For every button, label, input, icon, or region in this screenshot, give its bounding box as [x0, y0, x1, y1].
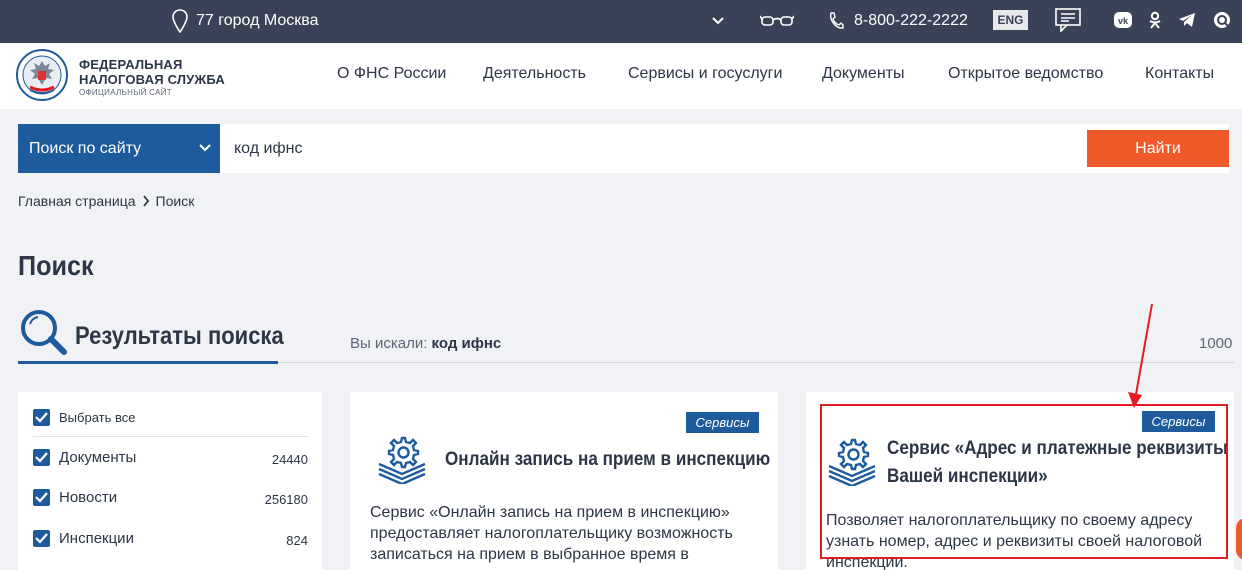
page-title: Поиск	[18, 250, 94, 281]
accessibility-glasses-icon[interactable]	[760, 13, 794, 29]
side-widget-tab[interactable]	[1236, 518, 1242, 560]
result-card[interactable]: Сервисы Онлайн запись на прием в инспекц…	[350, 392, 778, 570]
filter-documents-checkbox[interactable]	[33, 449, 50, 466]
results-divider	[278, 362, 1234, 363]
select-all-label[interactable]: Выбрать все	[59, 410, 135, 425]
location-pin-icon	[172, 9, 188, 33]
nav-contacts[interactable]: Контакты	[1145, 65, 1214, 83]
filter-news-count: 256180	[264, 492, 308, 507]
region-label: 77 город Москва	[196, 12, 319, 29]
top-bar: 77 город Москва 8-800-222-2222 ENG vk	[0, 0, 1242, 43]
site-header: ФЕДЕРАЛЬНАЯ НАЛОГОВАЯ СЛУЖБА ОФИЦИАЛЬНЫЙ…	[0, 43, 1242, 109]
logo-line-2: НАЛОГОВАЯ СЛУЖБА	[79, 72, 226, 87]
nav-open-agency[interactable]: Открытое ведомство	[948, 65, 1103, 83]
gear-stack-icon	[378, 436, 426, 484]
breadcrumb: Главная страница Поиск	[18, 193, 194, 209]
logo-line-1: ФЕДЕРАЛЬНАЯ	[79, 57, 183, 72]
filter-news-checkbox[interactable]	[33, 489, 50, 506]
filter-panel: Выбрать все Документы 24440 Новости 2561…	[18, 392, 322, 570]
filter-inspections-label[interactable]: Инспекции	[59, 530, 134, 547]
feedback-icon[interactable]	[1055, 8, 1081, 32]
annotation-arrow-icon	[1128, 303, 1153, 408]
card-text-line: предоставляет налогоплательщику возможно…	[370, 525, 733, 542]
logo-subtitle: ОФИЦИАЛЬНЫЙ САЙТ	[79, 88, 172, 97]
nav-about[interactable]: О ФНС России	[337, 65, 446, 83]
region-selector[interactable]: 77 город Москва	[172, 8, 318, 34]
category-badge[interactable]: Сервисы	[686, 412, 759, 433]
phone-icon	[829, 12, 844, 29]
card-description: Сервис «Онлайн запись на прием в инспекц…	[370, 502, 733, 565]
vk-icon[interactable]: vk	[1114, 11, 1132, 29]
search-input[interactable]	[234, 134, 1074, 164]
searched-query-value: код ифнс	[431, 335, 502, 352]
results-total: 1000	[1199, 335, 1233, 352]
search-scope-label: Поиск по сайту	[29, 139, 142, 157]
chat-icon[interactable]	[1213, 11, 1231, 29]
chevron-down-icon[interactable]	[710, 13, 726, 29]
breadcrumb-home[interactable]: Главная страница	[18, 193, 136, 209]
nav-activity[interactable]: Деятельность	[483, 65, 586, 83]
svg-text:vk: vk	[1118, 16, 1129, 26]
breadcrumb-current: Поиск	[155, 193, 195, 209]
card-title[interactable]: Онлайн запись на прием в инспекцию	[445, 446, 770, 474]
card-text-line: Сервис «Онлайн запись на прием в инспекц…	[370, 504, 730, 521]
chevron-right-icon	[142, 195, 150, 207]
search-bar: Поиск по сайту Найти	[18, 124, 1229, 173]
filter-divider	[33, 436, 308, 437]
nav-services[interactable]: Сервисы и госуслуги	[628, 65, 782, 83]
filter-news-label[interactable]: Новости	[59, 489, 117, 506]
chevron-down-icon	[199, 144, 211, 152]
logo-text[interactable]: ФЕДЕРАЛЬНАЯ НАЛОГОВАЯ СЛУЖБА ОФИЦИАЛЬНЫЙ…	[79, 57, 225, 98]
hotline-phone[interactable]: 8-800-222-2222	[828, 8, 968, 34]
filter-inspections-count: 824	[286, 533, 308, 548]
filter-documents-label[interactable]: Документы	[59, 449, 136, 466]
searched-query: Вы искали: код ифнс	[350, 335, 501, 352]
language-switch[interactable]: ENG	[993, 10, 1028, 30]
card-text-line: записаться на прием в выбранное время в	[370, 546, 689, 563]
search-magnifier-icon	[21, 310, 67, 355]
searched-label: Вы искали:	[350, 335, 428, 352]
fns-emblem-logo[interactable]	[16, 49, 68, 101]
search-button[interactable]: Найти	[1087, 130, 1229, 167]
filter-documents-count: 24440	[271, 452, 308, 467]
telegram-icon[interactable]	[1178, 11, 1196, 29]
select-all-checkbox[interactable]	[33, 409, 50, 426]
results-title: Результаты поиска	[75, 322, 284, 350]
results-title-underline	[18, 361, 278, 364]
nav-documents[interactable]: Документы	[822, 65, 904, 83]
ok-icon[interactable]	[1146, 11, 1164, 29]
filter-inspections-checkbox[interactable]	[33, 530, 50, 547]
phone-number: 8-800-222-2222	[854, 12, 968, 29]
highlight-box	[820, 404, 1228, 559]
search-scope-dropdown[interactable]: Поиск по сайту	[18, 124, 220, 173]
